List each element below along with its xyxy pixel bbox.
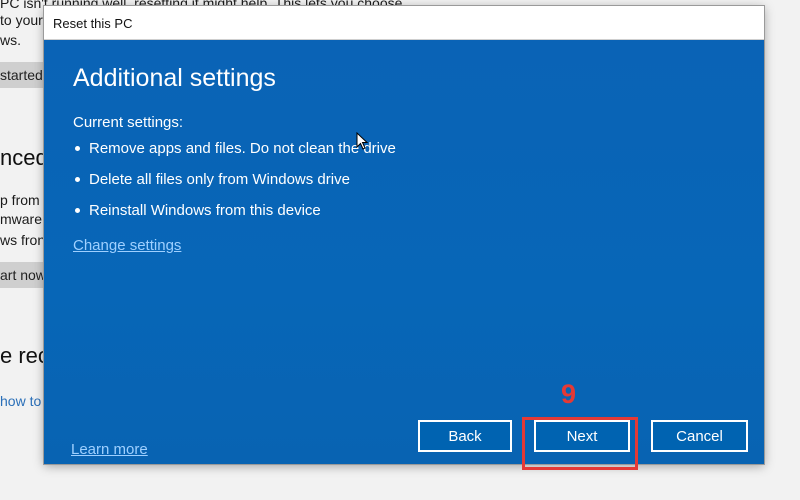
get-started-button[interactable]: started — [0, 62, 44, 88]
change-settings-link[interactable]: Change settings — [73, 237, 181, 254]
bullet-icon — [75, 208, 80, 213]
dialog-titlebar: Reset this PC — [44, 6, 764, 40]
learn-more-link[interactable]: Learn more — [71, 441, 148, 458]
background-description-line: to your — [0, 12, 43, 28]
restart-now-button[interactable]: art now — [0, 262, 44, 288]
background-description-line: mware — [0, 211, 43, 227]
setting-text: Delete all files only from Windows drive — [89, 171, 350, 188]
setting-text: Remove apps and files. Do not clean the … — [89, 140, 396, 157]
current-settings-list: Remove apps and files. Do not clean the … — [73, 140, 396, 233]
background-description-line: p from — [0, 192, 40, 208]
background-description-line: ws fron — [0, 232, 46, 248]
mouse-cursor-icon — [356, 132, 368, 150]
advanced-startup-heading: nced — [0, 145, 48, 170]
list-item: Delete all files only from Windows drive — [73, 171, 396, 202]
cancel-button[interactable]: Cancel — [651, 420, 748, 452]
dialog-title: Reset this PC — [53, 16, 133, 31]
next-highlight-box — [522, 417, 638, 470]
setting-text: Reinstall Windows from this device — [89, 202, 321, 219]
bullet-icon — [75, 146, 80, 151]
back-button[interactable]: Back — [418, 420, 512, 452]
bullet-icon — [75, 177, 80, 182]
background-description-line: ws. — [0, 32, 21, 48]
current-settings-label: Current settings: — [73, 114, 184, 131]
reset-pc-dialog: Reset this PC Additional settings Curren… — [44, 6, 764, 464]
page-title: Additional settings — [73, 64, 276, 92]
dialog-content: Additional settings Current settings: Re… — [44, 40, 764, 464]
step-number-label: 9 — [561, 379, 577, 409]
list-item: Reinstall Windows from this device — [73, 202, 396, 233]
list-item: Remove apps and files. Do not clean the … — [73, 140, 396, 171]
how-to-link[interactable]: how to — [0, 393, 41, 409]
